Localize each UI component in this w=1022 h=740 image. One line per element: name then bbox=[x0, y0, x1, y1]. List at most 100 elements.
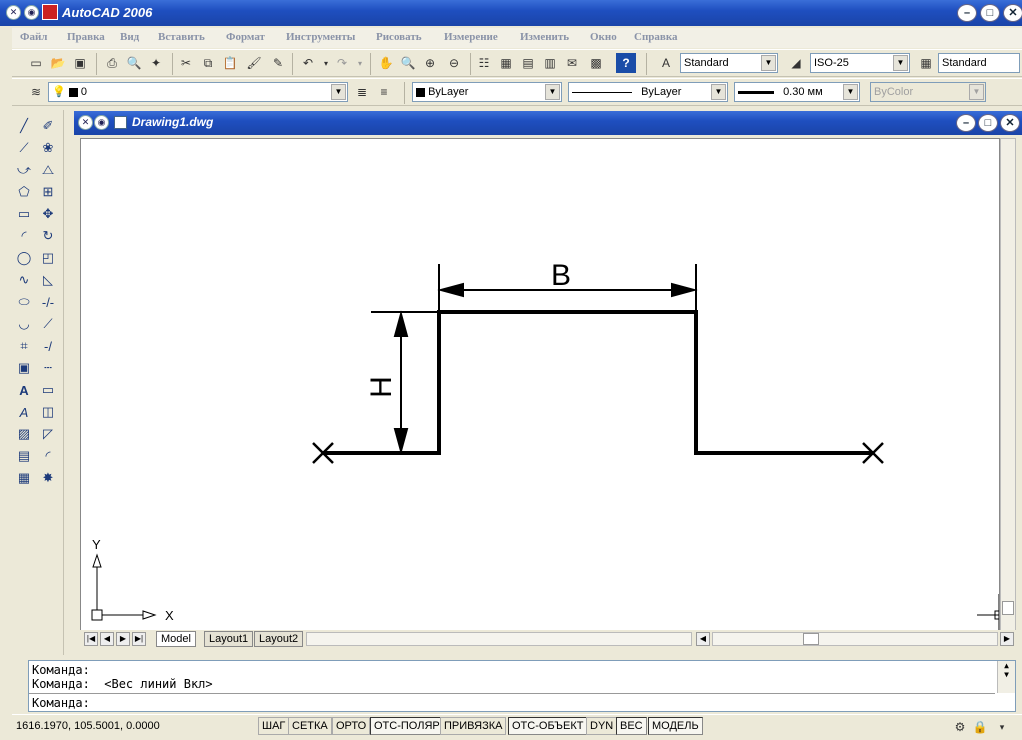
fillet-icon[interactable]: ◫ bbox=[38, 402, 58, 422]
tab-layout1[interactable]: Layout1 bbox=[204, 631, 254, 647]
command-scrollbar[interactable]: ▲ ▼ bbox=[997, 661, 1015, 693]
ellipse-arc-icon[interactable]: ◡ bbox=[14, 314, 34, 334]
next-tab-button[interactable]: ▶ bbox=[116, 632, 130, 646]
status-menu-icon[interactable]: ▾ bbox=[992, 717, 1012, 737]
drawing-close-button[interactable]: ✕ bbox=[1000, 114, 1020, 132]
new-file-icon[interactable]: ▭ bbox=[26, 53, 46, 73]
open-file-icon[interactable]: 📂 bbox=[48, 53, 68, 73]
make-block-icon[interactable]: ▣ bbox=[14, 358, 34, 378]
communication-center-icon[interactable]: ⚙ bbox=[950, 717, 970, 737]
copy-icon[interactable]: ⧉ bbox=[198, 53, 218, 73]
polygon-icon[interactable]: ⬠ bbox=[14, 182, 34, 202]
otrack-toggle[interactable]: ОТС-ОБЪЕКТ bbox=[508, 717, 588, 735]
grid-toggle[interactable]: СЕТКА bbox=[288, 717, 332, 735]
layer-manager-icon[interactable]: ≋ bbox=[26, 82, 46, 102]
hscroll-thumb[interactable] bbox=[803, 633, 819, 645]
vertical-scrollbar[interactable] bbox=[1000, 138, 1016, 632]
construction-line-icon[interactable]: ⟋ bbox=[14, 138, 34, 158]
layer-previous-icon[interactable]: ≡ bbox=[374, 82, 394, 102]
scale-icon[interactable]: ◰ bbox=[38, 248, 58, 268]
ellipse-icon[interactable]: ⬭ bbox=[14, 292, 34, 312]
hscroll-left-button[interactable]: ◀ bbox=[696, 632, 710, 646]
prev-tab-button[interactable]: ◀ bbox=[100, 632, 114, 646]
undo-icon[interactable]: ↶ bbox=[298, 53, 318, 73]
text-icon[interactable]: A bbox=[14, 402, 34, 422]
ortho-toggle[interactable]: ОРТО bbox=[332, 717, 371, 735]
menu-format[interactable]: Формат bbox=[226, 31, 265, 43]
insert-block-icon[interactable]: ⌗ bbox=[14, 336, 34, 356]
drawing-system-menu-icon[interactable]: ✕ bbox=[78, 115, 93, 130]
sheet-set-icon[interactable]: ▥ bbox=[540, 53, 560, 73]
text-style-select[interactable]: Standard ▼ bbox=[680, 53, 778, 73]
polar-toggle[interactable]: ОТС-ПОЛЯР bbox=[370, 717, 444, 735]
table-style-icon[interactable]: ▦ bbox=[916, 53, 936, 73]
trim-icon[interactable]: -/- bbox=[38, 292, 58, 312]
drawing-canvas[interactable]: B H X Y bbox=[80, 138, 1000, 632]
lineweight-toggle[interactable]: ВЕС bbox=[616, 717, 647, 735]
copy-object-icon[interactable]: ❀ bbox=[38, 138, 58, 158]
redo-icon[interactable]: ↷ bbox=[332, 53, 352, 73]
table-style-select[interactable]: Standard bbox=[938, 53, 1020, 73]
linetype-select[interactable]: ByLayer ▼ bbox=[568, 82, 728, 102]
menu-insert[interactable]: Вставить bbox=[158, 31, 205, 43]
rectangle-icon[interactable]: ▭ bbox=[14, 204, 34, 224]
print-preview-icon[interactable]: 🔍 bbox=[124, 53, 144, 73]
explode-chamfer-icon[interactable]: ◸ bbox=[38, 424, 58, 444]
cut-icon[interactable]: ✂ bbox=[176, 53, 196, 73]
erase-icon[interactable]: ✐ bbox=[38, 116, 58, 136]
polyline-icon[interactable]: ⤻ bbox=[14, 160, 34, 180]
redo-dropdown-icon[interactable]: ▾ bbox=[350, 53, 370, 73]
tab-layout2[interactable]: Layout2 bbox=[254, 631, 304, 647]
zoom-realtime-icon[interactable]: 🔍 bbox=[398, 53, 418, 73]
tab-model[interactable]: Model bbox=[156, 631, 196, 647]
close-button[interactable]: ✕ bbox=[1003, 4, 1022, 22]
print-icon[interactable]: ⎙ bbox=[102, 53, 122, 73]
system-menu-icon[interactable]: ✕ bbox=[6, 5, 21, 20]
publish-icon[interactable]: ✦ bbox=[146, 53, 166, 73]
menu-file[interactable]: Файл bbox=[20, 31, 47, 43]
fillet-corner-icon[interactable]: ◜ bbox=[38, 446, 58, 466]
block-editor-icon[interactable]: ✎ bbox=[268, 53, 288, 73]
help-icon[interactable]: ? bbox=[616, 53, 636, 73]
table-icon[interactable]: ▦ bbox=[14, 468, 34, 488]
circle-icon[interactable]: ◯ bbox=[14, 248, 34, 268]
gradient-icon[interactable]: ▤ bbox=[14, 446, 34, 466]
menu-view[interactable]: Вид bbox=[120, 31, 139, 43]
design-center-icon[interactable]: ▦ bbox=[496, 53, 516, 73]
move-icon[interactable]: ✥ bbox=[38, 204, 58, 224]
scroll-thumb[interactable] bbox=[1002, 601, 1014, 615]
multiline-text-icon[interactable]: A bbox=[14, 380, 34, 400]
model-toggle[interactable]: МОДЕЛЬ bbox=[648, 717, 703, 735]
minimize-button[interactable]: – bbox=[957, 4, 977, 22]
extend-icon[interactable]: ⟋ bbox=[38, 314, 58, 334]
first-tab-button[interactable]: |◀ bbox=[84, 632, 98, 646]
lock-icon[interactable]: 🔒 bbox=[970, 717, 990, 737]
menu-dimension[interactable]: Измерение bbox=[444, 31, 498, 43]
chamfer-icon[interactable]: ▭ bbox=[38, 380, 58, 400]
zoom-window-icon[interactable]: ⊕ bbox=[420, 53, 440, 73]
dyn-toggle[interactable]: DYN bbox=[586, 717, 618, 735]
text-style-icon[interactable]: A bbox=[656, 53, 676, 73]
match-properties-icon[interactable]: 🖌 bbox=[244, 53, 264, 73]
hatch-icon[interactable]: ▨ bbox=[14, 424, 34, 444]
join-icon[interactable]: ┄ bbox=[38, 358, 58, 378]
make-current-layer-icon[interactable]: ≣ bbox=[352, 82, 372, 102]
spline-icon[interactable]: ∿ bbox=[14, 270, 34, 290]
mirror-icon[interactable]: ⧍ bbox=[38, 160, 58, 180]
tool-palettes-icon[interactable]: ▤ bbox=[518, 53, 538, 73]
zoom-previous-icon[interactable]: ⊖ bbox=[444, 53, 464, 73]
menu-window[interactable]: Окно bbox=[590, 31, 617, 43]
calculator-icon[interactable]: ▩ bbox=[586, 53, 606, 73]
stretch-icon[interactable]: ◺ bbox=[38, 270, 58, 290]
menu-tools[interactable]: Инструменты bbox=[286, 31, 355, 43]
dimension-style-select[interactable]: ISO-25 ▼ bbox=[810, 53, 910, 73]
last-tab-button[interactable]: ▶| bbox=[132, 632, 146, 646]
drawing-minimize-button[interactable]: – bbox=[956, 114, 976, 132]
line-icon[interactable]: ╱ bbox=[14, 116, 34, 136]
menu-modify[interactable]: Изменить bbox=[520, 31, 569, 43]
menu-help[interactable]: Справка bbox=[634, 31, 678, 43]
coordinates-readout[interactable]: 1616.1970, 105.5001, 0.0000 bbox=[16, 720, 160, 732]
pin-icon[interactable]: ◉ bbox=[24, 5, 39, 20]
drawing-pin-icon[interactable]: ◉ bbox=[94, 115, 109, 130]
markup-icon[interactable]: ✉ bbox=[562, 53, 582, 73]
